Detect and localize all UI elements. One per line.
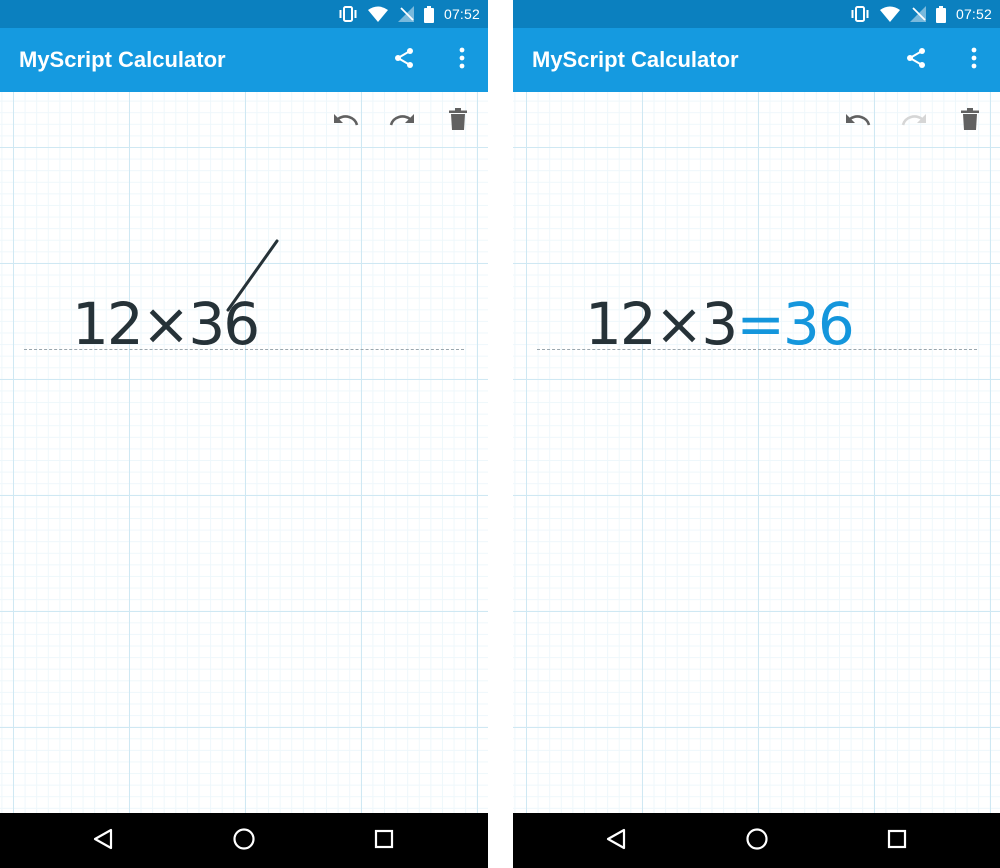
status-icons: 07:52 (338, 0, 480, 28)
navigation-bar (513, 813, 1000, 868)
writing-baseline (24, 349, 464, 350)
writing-canvas[interactable]: 12×36 (0, 92, 488, 813)
writing-baseline (537, 349, 977, 350)
home-circle-icon (232, 827, 256, 855)
share-button[interactable] (388, 44, 420, 76)
app-bar: MyScript Calculator (0, 28, 488, 92)
recents-square-icon (374, 829, 394, 853)
expression-operands: 12×3 (585, 290, 738, 358)
more-vertical-icon (971, 47, 977, 73)
app-title: MyScript Calculator (19, 47, 226, 72)
handwritten-expression: 12×36 (72, 290, 260, 358)
nav-home-button[interactable] (739, 823, 775, 859)
battery-icon (935, 5, 946, 23)
navigation-bar (0, 813, 488, 868)
handwritten-scratch-stroke (226, 239, 279, 312)
back-triangle-icon (605, 828, 627, 854)
status-clock: 07:52 (955, 6, 992, 22)
overflow-menu-button[interactable] (958, 44, 990, 76)
overflow-menu-button[interactable] (446, 44, 478, 76)
no-signal-icon (909, 6, 926, 22)
trash-icon (961, 108, 979, 134)
undo-icon (333, 111, 359, 131)
calculation-result: 36 (782, 290, 855, 358)
nav-home-button[interactable] (226, 823, 262, 859)
nav-back-button[interactable] (598, 823, 634, 859)
status-icons: 07:52 (850, 0, 992, 28)
status-clock: 07:52 (443, 6, 480, 22)
equals-sign: = (736, 290, 785, 358)
share-icon (392, 46, 416, 74)
trash-icon (449, 108, 467, 134)
redo-icon (901, 111, 927, 131)
undo-button[interactable] (328, 106, 364, 136)
wifi-icon (367, 6, 388, 22)
redo-button-disabled[interactable] (896, 106, 932, 136)
clear-button[interactable] (952, 106, 988, 136)
battery-icon (423, 5, 434, 23)
nav-recents-button[interactable] (366, 823, 402, 859)
nav-recents-button[interactable] (879, 823, 915, 859)
status-bar: 07:52 (0, 0, 488, 28)
vibrate-icon (338, 5, 358, 23)
undo-button[interactable] (840, 106, 876, 136)
no-signal-icon (397, 6, 414, 22)
undo-icon (845, 111, 871, 131)
wifi-icon (879, 6, 900, 22)
vibrate-icon (850, 5, 870, 23)
back-triangle-icon (92, 828, 114, 854)
phone-screen-left: 07:52 MyScript Calculator 12×36 (0, 0, 488, 868)
redo-icon (389, 111, 415, 131)
writing-canvas[interactable]: 12×3=36 (513, 92, 1000, 813)
recents-square-icon (887, 829, 907, 853)
edit-toolbar (840, 106, 988, 136)
edit-toolbar (328, 106, 476, 136)
clear-button[interactable] (440, 106, 476, 136)
redo-button[interactable] (384, 106, 420, 136)
share-icon (904, 46, 928, 74)
phone-screen-right: 07:52 MyScript Calculator 12×3=36 (513, 0, 1000, 868)
nav-back-button[interactable] (85, 823, 121, 859)
status-bar: 07:52 (513, 0, 1000, 28)
app-bar: MyScript Calculator (513, 28, 1000, 92)
more-vertical-icon (459, 47, 465, 73)
handwritten-expression: 12×3=36 (585, 284, 855, 364)
share-button[interactable] (900, 44, 932, 76)
home-circle-icon (745, 827, 769, 855)
app-title: MyScript Calculator (532, 47, 739, 72)
